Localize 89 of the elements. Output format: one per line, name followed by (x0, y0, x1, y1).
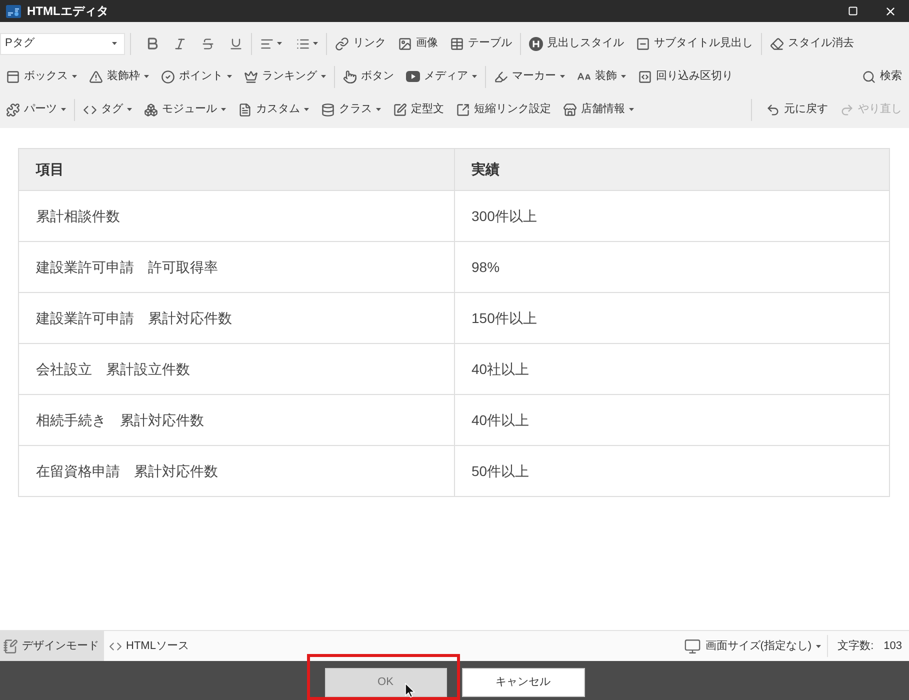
toolbar-button[interactable]: 見出しスタイル (526, 32, 627, 56)
screen-size-button[interactable]: 画面サイズ(指定なし) (684, 638, 827, 654)
puzzle-icon (6, 102, 20, 116)
table-cell: 建設業許可申請 累計対応件数 (18, 292, 454, 344)
play-icon (406, 71, 420, 82)
pen-square-icon (393, 102, 407, 116)
table-cell: 150件以上 (454, 292, 890, 344)
store-icon (563, 102, 577, 116)
table-cell: 98% (454, 242, 890, 292)
align-left-icon (260, 36, 274, 50)
link-square-icon (456, 102, 470, 116)
dialog-button[interactable]: キャンセル (462, 668, 584, 697)
close-button[interactable] (884, 4, 897, 18)
toolbar-button[interactable]: 回り込み区切り (635, 64, 736, 88)
app-icon (6, 4, 21, 18)
mode-tab[interactable]: HTMLソース (104, 631, 194, 661)
window-title: HTMLエディタ (27, 3, 108, 20)
check-circle-icon (161, 70, 175, 84)
toolbar-button[interactable]: タグ (80, 98, 135, 122)
caret-icon (313, 42, 318, 45)
panel-icon (6, 70, 20, 84)
monitor-icon (684, 638, 702, 654)
caret-icon (277, 42, 282, 45)
table-icon (450, 36, 464, 50)
image-icon (398, 36, 412, 50)
code-square-icon (638, 70, 652, 84)
minus-square-icon (636, 36, 650, 50)
underline-icon (229, 36, 243, 50)
database-icon (321, 102, 335, 116)
code-icon (109, 640, 122, 652)
toolbar-button[interactable]: パーツ (3, 98, 69, 122)
toolbar-button[interactable]: ポイント (158, 64, 235, 88)
toolbar-button[interactable]: ボックス (3, 64, 80, 88)
format-select[interactable]: Pタグ (0, 32, 125, 54)
toolbar-button[interactable]: メディア (403, 64, 480, 88)
toolbar-button[interactable]: 元に戻す (763, 98, 831, 122)
highlighter-icon (494, 70, 508, 84)
document-icon (238, 102, 252, 116)
table-cell: 会社設立 累計設立件数 (18, 344, 454, 394)
list-icon (296, 36, 310, 50)
toolbar-button[interactable]: ランキング (241, 64, 329, 88)
triangle-icon (89, 70, 103, 84)
toolbar-button[interactable]: サブタイトル見出し (633, 32, 756, 56)
toolbar-button[interactable]: 短縮リンク設定 (453, 98, 554, 122)
crown-icon (244, 70, 258, 84)
toolbar-button[interactable]: スタイル消去 (767, 32, 857, 56)
toolbar-button[interactable]: 装飾枠 (86, 64, 152, 88)
toolbar-button[interactable]: 定型文 (390, 98, 447, 122)
heading-icon (529, 36, 543, 50)
search-icon (862, 70, 876, 84)
column-header: 項目 (18, 148, 454, 190)
strikethrough-icon (201, 36, 215, 50)
italic-icon (173, 36, 187, 50)
toolbar-button[interactable]: マーカー (491, 64, 568, 88)
toolbar-button[interactable]: テーブル (447, 32, 515, 56)
table-cell: 在留資格申請 累計対応件数 (18, 446, 454, 496)
toolbar-button[interactable]: 検索 (859, 64, 905, 88)
link-icon (335, 36, 349, 50)
notepad-icon (3, 638, 18, 654)
eraser-icon (770, 36, 784, 50)
caret-icon (816, 644, 821, 648)
table-cell: 300件以上 (454, 190, 890, 242)
undo-icon (766, 102, 780, 116)
redo-icon (840, 102, 854, 116)
table-cell: 累計相談件数 (18, 190, 454, 242)
table-cell: 50件以上 (454, 446, 890, 496)
boxes-icon (144, 102, 158, 116)
pointer-hand-icon (343, 70, 357, 84)
toolbar-button[interactable]: モジュール (141, 98, 229, 122)
table-cell: 40件以上 (454, 394, 890, 446)
toolbar-button[interactable]: リンク (332, 32, 389, 56)
toolbar-button[interactable]: ボタン (340, 64, 397, 88)
cursor-icon (405, 683, 415, 698)
toolbar-button[interactable]: 店舗情報 (560, 98, 637, 122)
close-icon (884, 4, 897, 18)
toolbar-button[interactable]: 画像 (395, 32, 441, 56)
toolbar-button[interactable]: 装飾 (574, 64, 629, 88)
toolbar-button[interactable]: カスタム (235, 98, 312, 122)
caret-icon (112, 42, 117, 45)
maximize-button[interactable] (848, 6, 858, 16)
char-count-label: 文字数: (838, 638, 874, 654)
column-header: 実績 (454, 148, 890, 190)
maximize-icon (848, 6, 858, 16)
table-cell: 40社以上 (454, 344, 890, 394)
char-count-value: 103 (884, 638, 902, 654)
table-cell: 建設業許可申請 許可取得率 (18, 242, 454, 292)
toolbar-button[interactable]: クラス (318, 98, 384, 122)
mode-tab[interactable]: デザインモード (0, 631, 104, 661)
table-cell: 相続手続き 累計対応件数 (18, 394, 454, 446)
